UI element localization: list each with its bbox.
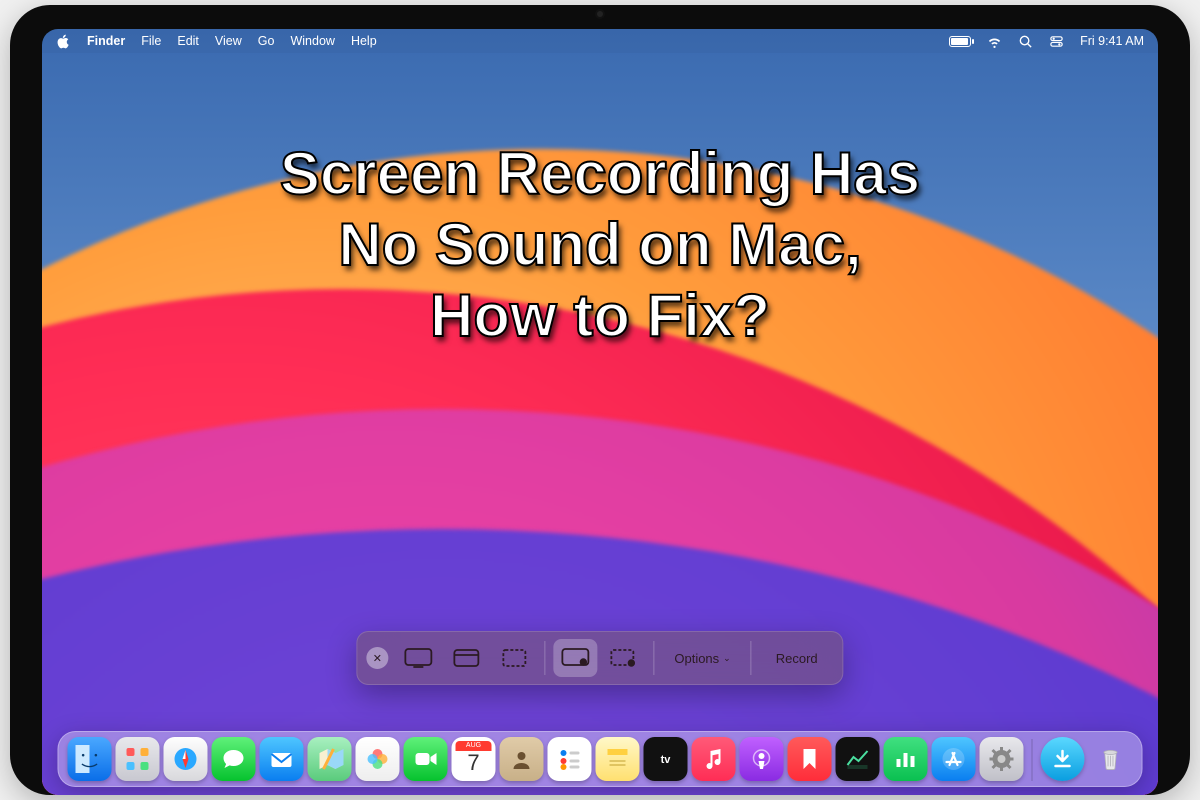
dock: AUG 7 tv bbox=[58, 731, 1143, 787]
screenshot-record-button[interactable]: Record bbox=[760, 639, 834, 677]
record-entire-screen-button[interactable] bbox=[553, 639, 597, 677]
dock-downloads[interactable] bbox=[1041, 737, 1085, 781]
dock-safari[interactable] bbox=[164, 737, 208, 781]
control-center-icon[interactable] bbox=[1049, 34, 1064, 49]
wifi-icon[interactable] bbox=[987, 34, 1002, 49]
dock-news[interactable] bbox=[788, 737, 832, 781]
dock-mail[interactable] bbox=[260, 737, 304, 781]
menu-help[interactable]: Help bbox=[351, 34, 377, 48]
dock-notes[interactable] bbox=[596, 737, 640, 781]
menu-go[interactable]: Go bbox=[258, 34, 275, 48]
dock-photos[interactable] bbox=[356, 737, 400, 781]
options-label: Options bbox=[674, 651, 719, 666]
laptop-frame: Finder File Edit View Go Window Help Fri… bbox=[10, 5, 1190, 795]
dock-finder[interactable] bbox=[68, 737, 112, 781]
capture-selection-button[interactable] bbox=[492, 639, 536, 677]
menubar-clock[interactable]: Fri 9:41 AM bbox=[1080, 34, 1144, 48]
dock-separator bbox=[1032, 739, 1033, 781]
camera-notch bbox=[540, 5, 660, 23]
dock-appstore[interactable] bbox=[932, 737, 976, 781]
capture-window-button[interactable] bbox=[444, 639, 488, 677]
spotlight-icon[interactable] bbox=[1018, 34, 1033, 49]
screenshot-toolbar: ✕ Options ⌄ Record bbox=[356, 631, 843, 685]
desktop-screen: Finder File Edit View Go Window Help Fri… bbox=[42, 29, 1158, 795]
dock-music[interactable] bbox=[692, 737, 736, 781]
dock-launchpad[interactable] bbox=[116, 737, 160, 781]
calendar-day-label: 7 bbox=[467, 750, 479, 776]
screenshot-close-button[interactable]: ✕ bbox=[366, 647, 388, 669]
dock-trash[interactable] bbox=[1089, 737, 1133, 781]
dock-calendar[interactable]: AUG 7 bbox=[452, 737, 496, 781]
svg-text:tv: tv bbox=[661, 754, 672, 766]
menu-edit[interactable]: Edit bbox=[177, 34, 199, 48]
dock-messages[interactable] bbox=[212, 737, 256, 781]
apple-menu-icon[interactable] bbox=[56, 34, 71, 49]
menu-file[interactable]: File bbox=[141, 34, 161, 48]
dock-contacts[interactable] bbox=[500, 737, 544, 781]
record-selection-button[interactable] bbox=[601, 639, 645, 677]
dock-maps[interactable] bbox=[308, 737, 352, 781]
dock-stocks[interactable] bbox=[836, 737, 880, 781]
record-label: Record bbox=[776, 651, 818, 666]
battery-icon[interactable] bbox=[949, 36, 971, 47]
chevron-down-icon: ⌄ bbox=[723, 653, 731, 664]
dock-numbers[interactable] bbox=[884, 737, 928, 781]
calendar-month-label: AUG bbox=[456, 741, 492, 751]
dock-tv[interactable]: tv bbox=[644, 737, 688, 781]
menu-bar: Finder File Edit View Go Window Help Fri… bbox=[42, 29, 1158, 53]
menu-view[interactable]: View bbox=[215, 34, 242, 48]
menu-window[interactable]: Window bbox=[290, 34, 334, 48]
dock-podcasts[interactable] bbox=[740, 737, 784, 781]
dock-reminders[interactable] bbox=[548, 737, 592, 781]
dock-system-preferences[interactable] bbox=[980, 737, 1024, 781]
capture-entire-screen-button[interactable] bbox=[396, 639, 440, 677]
screenshot-options-menu[interactable]: Options ⌄ bbox=[662, 639, 742, 677]
app-name[interactable]: Finder bbox=[87, 34, 125, 48]
dock-facetime[interactable] bbox=[404, 737, 448, 781]
